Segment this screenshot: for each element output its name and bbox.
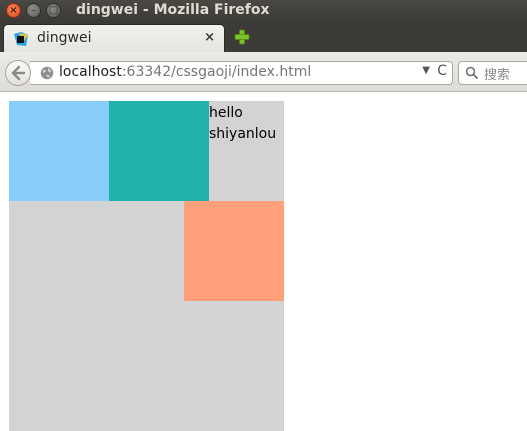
hello-line-2: shiyanlou bbox=[209, 126, 277, 142]
url-text[interactable]: localhost:63342/cssgaoji/index.html bbox=[59, 64, 311, 80]
search-icon bbox=[465, 66, 479, 80]
light-blue-box bbox=[9, 101, 109, 201]
window-title: dingwei - Mozilla Firefox bbox=[76, 2, 270, 18]
teal-box bbox=[109, 101, 209, 201]
hello-line-1: hello bbox=[209, 105, 243, 121]
webstorm-icon bbox=[14, 32, 28, 46]
hello-text: hello shiyanlou bbox=[209, 103, 284, 145]
navigation-toolbar: localhost:63342/cssgaoji/index.html ▼ C … bbox=[0, 52, 527, 92]
window-minimize-button[interactable]: – bbox=[26, 3, 41, 18]
back-button[interactable] bbox=[5, 60, 31, 86]
url-bar[interactable]: localhost:63342/cssgaoji/index.html ▼ C bbox=[30, 61, 453, 85]
window-titlebar: × – □ dingwei - Mozilla Firefox bbox=[0, 0, 527, 22]
tab-dingwei[interactable]: dingwei × bbox=[3, 24, 225, 52]
history-dropdown-icon[interactable]: ▼ bbox=[422, 65, 430, 76]
search-placeholder: 搜索 bbox=[484, 68, 511, 83]
salmon-box bbox=[184, 201, 284, 301]
plus-icon[interactable] bbox=[234, 29, 250, 45]
back-arrow-icon bbox=[11, 65, 26, 81]
container-div: hello shiyanlou bbox=[9, 101, 284, 431]
tab-strip: dingwei × bbox=[0, 22, 527, 52]
window-close-button[interactable]: × bbox=[6, 3, 21, 18]
tab-close-icon[interactable]: × bbox=[204, 30, 215, 45]
globe-icon bbox=[40, 66, 54, 80]
url-path: :63342/cssgaoji/index.html bbox=[121, 64, 312, 80]
window-maximize-button[interactable]: □ bbox=[46, 3, 61, 18]
search-field[interactable]: 搜索 bbox=[458, 61, 527, 85]
reload-icon[interactable]: C bbox=[437, 63, 447, 79]
page-viewport: hello shiyanlou bbox=[0, 92, 527, 431]
url-host: localhost bbox=[59, 64, 122, 80]
tab-title: dingwei bbox=[37, 30, 92, 46]
